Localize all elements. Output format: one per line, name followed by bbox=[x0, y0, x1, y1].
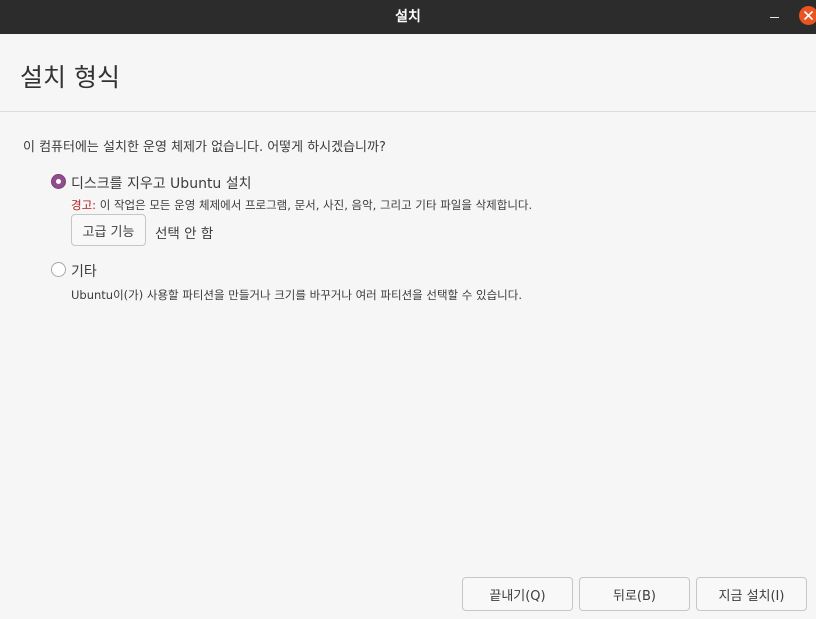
close-button[interactable] bbox=[799, 6, 816, 25]
radio-selected-dot bbox=[56, 179, 61, 184]
quit-button[interactable]: 끝내기(Q) bbox=[462, 577, 573, 611]
erase-disk-label[interactable]: 디스크를 지우고 Ubuntu 설치 bbox=[71, 173, 252, 193]
window-title: 설치 bbox=[395, 9, 421, 25]
erase-disk-warning: 경고: 이 작업은 모든 운영 체제에서 프로그램, 문서, 사진, 음악, 그… bbox=[71, 197, 532, 213]
install-question: 이 컴퓨터에는 설치한 운영 체제가 없습니다. 어떻게 하시겠습니까? bbox=[23, 140, 386, 155]
back-button[interactable]: 뒤로(B) bbox=[579, 577, 690, 611]
something-else-description: Ubuntu이(가) 사용할 파티션을 만들거나 크기를 바꾸거나 여러 파티션… bbox=[71, 288, 522, 302]
something-else-radio[interactable] bbox=[51, 262, 66, 277]
warning-text: 이 작업은 모든 운영 체제에서 프로그램, 문서, 사진, 음악, 그리고 기… bbox=[96, 198, 533, 212]
header-divider bbox=[0, 111, 816, 112]
something-else-label[interactable]: 기타 bbox=[71, 261, 97, 281]
erase-disk-radio[interactable] bbox=[51, 174, 66, 189]
minimize-button[interactable] bbox=[764, 8, 784, 26]
warning-prefix: 경고: bbox=[71, 198, 97, 212]
close-icon bbox=[804, 11, 813, 20]
advanced-features-status: 선택 안 함 bbox=[155, 226, 214, 242]
page-title: 설치 형식 bbox=[20, 63, 120, 92]
minimize-icon bbox=[770, 17, 779, 18]
window-titlebar: 설치 bbox=[0, 0, 816, 34]
advanced-features-button[interactable]: 고급 기능 bbox=[71, 214, 146, 246]
install-now-button[interactable]: 지금 설치(I) bbox=[696, 577, 807, 611]
